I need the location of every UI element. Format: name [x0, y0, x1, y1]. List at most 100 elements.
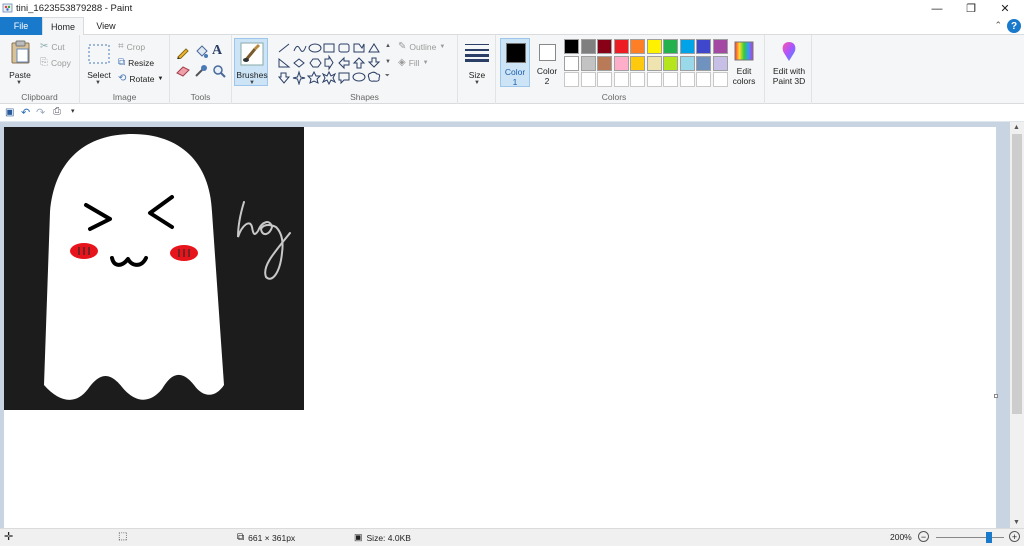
workspace: ▲ ▼ — [0, 122, 1024, 528]
resize-button[interactable]: ⧉ Resize — [118, 57, 154, 68]
rotate-icon: ⟲ — [118, 73, 127, 84]
scrollbar-thumb[interactable] — [1012, 134, 1022, 414]
palette-color-swatch[interactable] — [580, 72, 596, 87]
shapes-gallery[interactable] — [277, 41, 389, 85]
palette-color-swatch[interactable] — [580, 55, 596, 71]
palette-color-swatch[interactable] — [613, 39, 629, 54]
ribbon: Paste ▼ ✂ Cut ⎘ Copy Clipboard Select ▼ … — [0, 35, 1024, 104]
zoom-slider-thumb[interactable] — [985, 532, 992, 543]
pencil-icon[interactable] — [176, 45, 190, 59]
palette-color-swatch[interactable] — [663, 72, 678, 87]
palette-color-swatch[interactable] — [597, 55, 612, 71]
scroll-up-icon[interactable]: ▲ — [1013, 124, 1020, 131]
eraser-icon[interactable] — [176, 65, 190, 77]
ghost-body — [44, 134, 224, 400]
edit-colors-icon — [734, 41, 754, 61]
drawing-canvas[interactable] — [4, 127, 998, 528]
paint3d-group: Edit with Paint 3D — [764, 35, 812, 104]
select-button[interactable]: Select ▼ — [84, 38, 114, 86]
shapes-scroll-down-icon[interactable]: ▼ — [385, 59, 391, 65]
zoom-in-icon[interactable]: + — [1009, 531, 1020, 542]
edit-colors-button[interactable]: Edit colors — [730, 38, 758, 87]
palette-color-swatch[interactable] — [630, 55, 645, 71]
palette-color-swatch[interactable] — [646, 72, 662, 87]
help-icon[interactable]: ? — [1007, 19, 1021, 33]
canvas-resize-handle[interactable] — [994, 394, 998, 398]
palette-color-swatch[interactable] — [564, 39, 579, 54]
palette-color-swatch[interactable] — [663, 39, 678, 54]
palette-color-swatch[interactable] — [679, 55, 695, 71]
fill-label: Fill — [408, 57, 420, 68]
palette-color-swatch[interactable] — [679, 72, 695, 87]
cut-label: Cut — [51, 41, 65, 52]
close-button[interactable]: ✕ — [988, 0, 1022, 17]
fill-bucket-icon[interactable] — [194, 45, 208, 59]
color2-button[interactable]: Color 2 — [533, 38, 561, 87]
palette-color-swatch[interactable] — [613, 55, 629, 71]
shapes-group-label: Shapes — [350, 92, 379, 102]
shapes-scroll-up-icon[interactable]: ▲ — [385, 43, 391, 49]
tab-view[interactable]: View — [86, 17, 126, 35]
palette-color-swatch[interactable] — [712, 55, 728, 71]
color2-swatch — [539, 44, 556, 61]
color1-swatch — [506, 43, 526, 63]
edit-colors-label-line2: colors — [732, 76, 756, 86]
shapes-expand-icon[interactable]: ⏷ — [385, 73, 390, 80]
palette-color-swatch[interactable] — [564, 55, 579, 71]
shapes-group: ▲ ▼ ⏷ ✎ Outline ▼ ◈ Fill ▼ Shapes — [272, 35, 458, 104]
print-icon[interactable]: ⎙ — [53, 106, 61, 117]
tab-file[interactable]: File — [0, 17, 42, 35]
undo-icon[interactable]: ↶ — [21, 106, 30, 119]
edit-with-paint3d-button[interactable]: Edit with Paint 3D — [767, 38, 811, 87]
tools-group-label: Tools — [190, 92, 211, 102]
color1-button[interactable]: Color 1 — [500, 38, 530, 87]
vertical-scrollbar[interactable]: ▲ ▼ — [1010, 122, 1024, 528]
fill-button[interactable]: ◈ Fill ▼ — [398, 57, 429, 68]
collapse-ribbon-icon[interactable]: ⌃ — [994, 20, 1002, 31]
palette-color-swatch[interactable] — [597, 72, 612, 87]
palette-color-swatch[interactable] — [679, 39, 695, 54]
paint-app-icon — [2, 3, 13, 13]
palette-color-swatch[interactable] — [712, 39, 728, 54]
palette-color-swatch[interactable] — [646, 55, 662, 71]
crop-button[interactable]: ⌗ Crop — [118, 41, 145, 52]
rotate-button[interactable]: ⟲ Rotate ▼ — [118, 73, 163, 84]
restore-button[interactable]: ❐ — [954, 0, 988, 17]
palette-color-swatch[interactable] — [712, 72, 728, 87]
palette-color-swatch[interactable] — [597, 39, 612, 54]
palette-color-swatch[interactable] — [630, 39, 645, 54]
outline-button[interactable]: ✎ Outline ▼ — [398, 41, 445, 52]
paint3d-label-line2: Paint 3D — [772, 76, 806, 86]
brushes-dropdown-icon: ▼ — [249, 80, 255, 86]
zoom-out-icon[interactable]: − — [918, 531, 929, 542]
scroll-down-icon[interactable]: ▼ — [1013, 519, 1020, 526]
tab-home[interactable]: Home — [42, 17, 84, 36]
palette-color-swatch[interactable] — [613, 72, 629, 87]
minimize-button[interactable]: — — [920, 0, 954, 17]
size-button[interactable]: Size ▼ — [460, 38, 494, 86]
palette-color-swatch[interactable] — [663, 55, 678, 71]
palette-color-swatch[interactable] — [580, 39, 596, 54]
palette-color-swatch[interactable] — [564, 72, 579, 87]
cursor-position-icon: ✛ — [4, 531, 14, 543]
customize-qat-icon[interactable]: ▾ — [71, 107, 75, 115]
text-tool-icon[interactable]: A — [212, 43, 222, 59]
select-icon — [88, 44, 110, 64]
color-picker-icon[interactable] — [194, 64, 208, 78]
palette-color-swatch[interactable] — [696, 55, 711, 71]
redo-icon[interactable]: ↷ — [36, 106, 45, 119]
zoom-percent: 200% — [890, 532, 912, 542]
paste-button[interactable]: Paste ▼ — [5, 38, 35, 86]
brushes-button[interactable]: Brushes ▼ — [234, 38, 268, 86]
zoom-slider-track[interactable] — [936, 537, 1004, 538]
palette-color-swatch[interactable] — [696, 72, 711, 87]
palette-color-swatch[interactable] — [696, 39, 711, 54]
outline-icon: ✎ — [398, 41, 407, 52]
cut-button[interactable]: ✂ Cut — [40, 41, 65, 52]
magnifier-icon[interactable] — [212, 64, 226, 78]
palette-color-swatch[interactable] — [630, 72, 645, 87]
palette-color-swatch[interactable] — [646, 39, 662, 54]
dimensions-text: 661 × 361px — [248, 532, 296, 543]
save-icon[interactable]: ▣ — [5, 107, 14, 118]
copy-button[interactable]: ⎘ Copy — [40, 57, 71, 68]
